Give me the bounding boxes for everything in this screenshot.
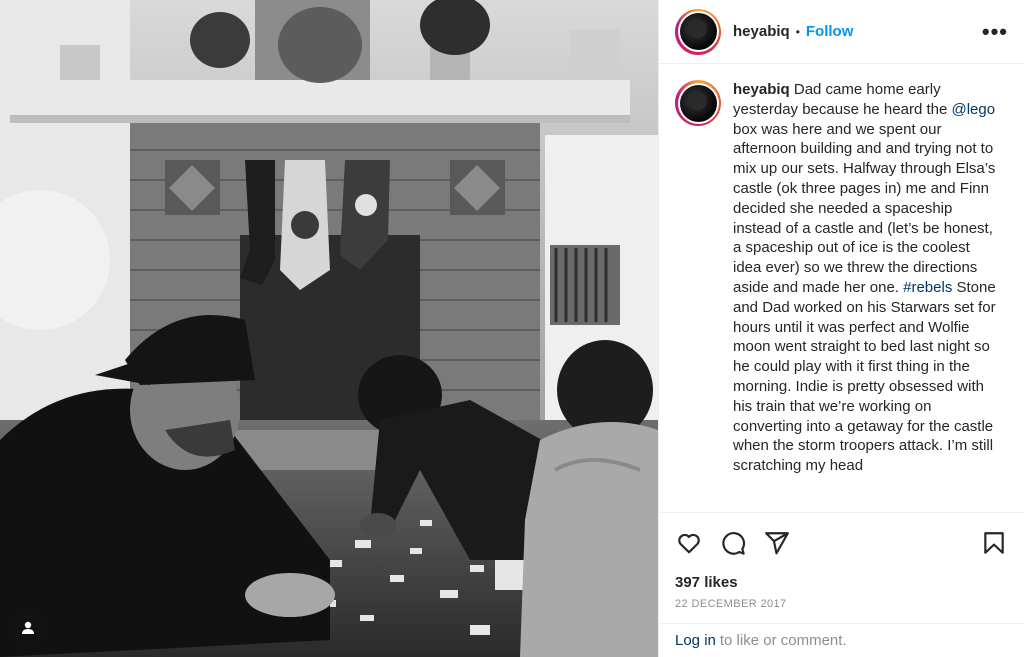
user-tag-button[interactable] [12,612,44,644]
header-username[interactable]: heyabiq [733,23,790,40]
post-header: heyabiq • Follow ••• [659,0,1024,64]
caption-avatar-border [677,82,719,124]
post-side-panel: heyabiq • Follow ••• heyabiq Dad came ho… [658,0,1024,657]
comment-icon [722,531,746,555]
caption-username[interactable]: heyabiq [733,81,790,98]
avatar-border [677,11,719,52]
share-icon [765,531,789,554]
save-button[interactable] [980,529,1008,557]
likes-count[interactable]: 397 likes [659,572,1024,592]
action-bar [659,512,1024,572]
bookmark-icon [984,531,1004,554]
post-photo[interactable] [0,0,658,657]
like-button[interactable] [675,529,703,557]
mention-link[interactable]: @lego [951,101,995,118]
avatar[interactable] [675,8,721,55]
heart-icon [678,533,700,553]
login-prompt: Log in to like or comment. [659,623,1024,657]
separator-dot: • [795,24,800,39]
user-tag-icon [22,621,34,634]
follow-button[interactable]: Follow [806,23,854,40]
caption-body-2: box was here and we spent our afternoon … [733,120,996,296]
login-suffix: to like or comment. [719,632,847,649]
caption-text: heyabiq Dad came home early yesterday be… [733,80,1001,512]
instagram-post: heyabiq • Follow ••• heyabiq Dad came ho… [0,0,1024,657]
caption-area[interactable]: heyabiq Dad came home early yesterday be… [659,64,1024,512]
photo-illustration [0,0,658,657]
more-options-icon[interactable]: ••• [982,20,1008,43]
comment-button[interactable] [719,529,747,557]
hashtag-link[interactable]: #rebels [903,279,952,296]
caption-avatar[interactable] [675,80,721,126]
avatar-image [679,13,717,50]
caption-avatar-image [679,84,717,122]
login-link[interactable]: Log in [675,632,716,649]
caption-body-3: Stone and Dad worked on his Starwars set… [733,278,996,475]
post-date[interactable]: 22 DECEMBER 2017 [659,592,1024,620]
share-button[interactable] [763,529,791,557]
